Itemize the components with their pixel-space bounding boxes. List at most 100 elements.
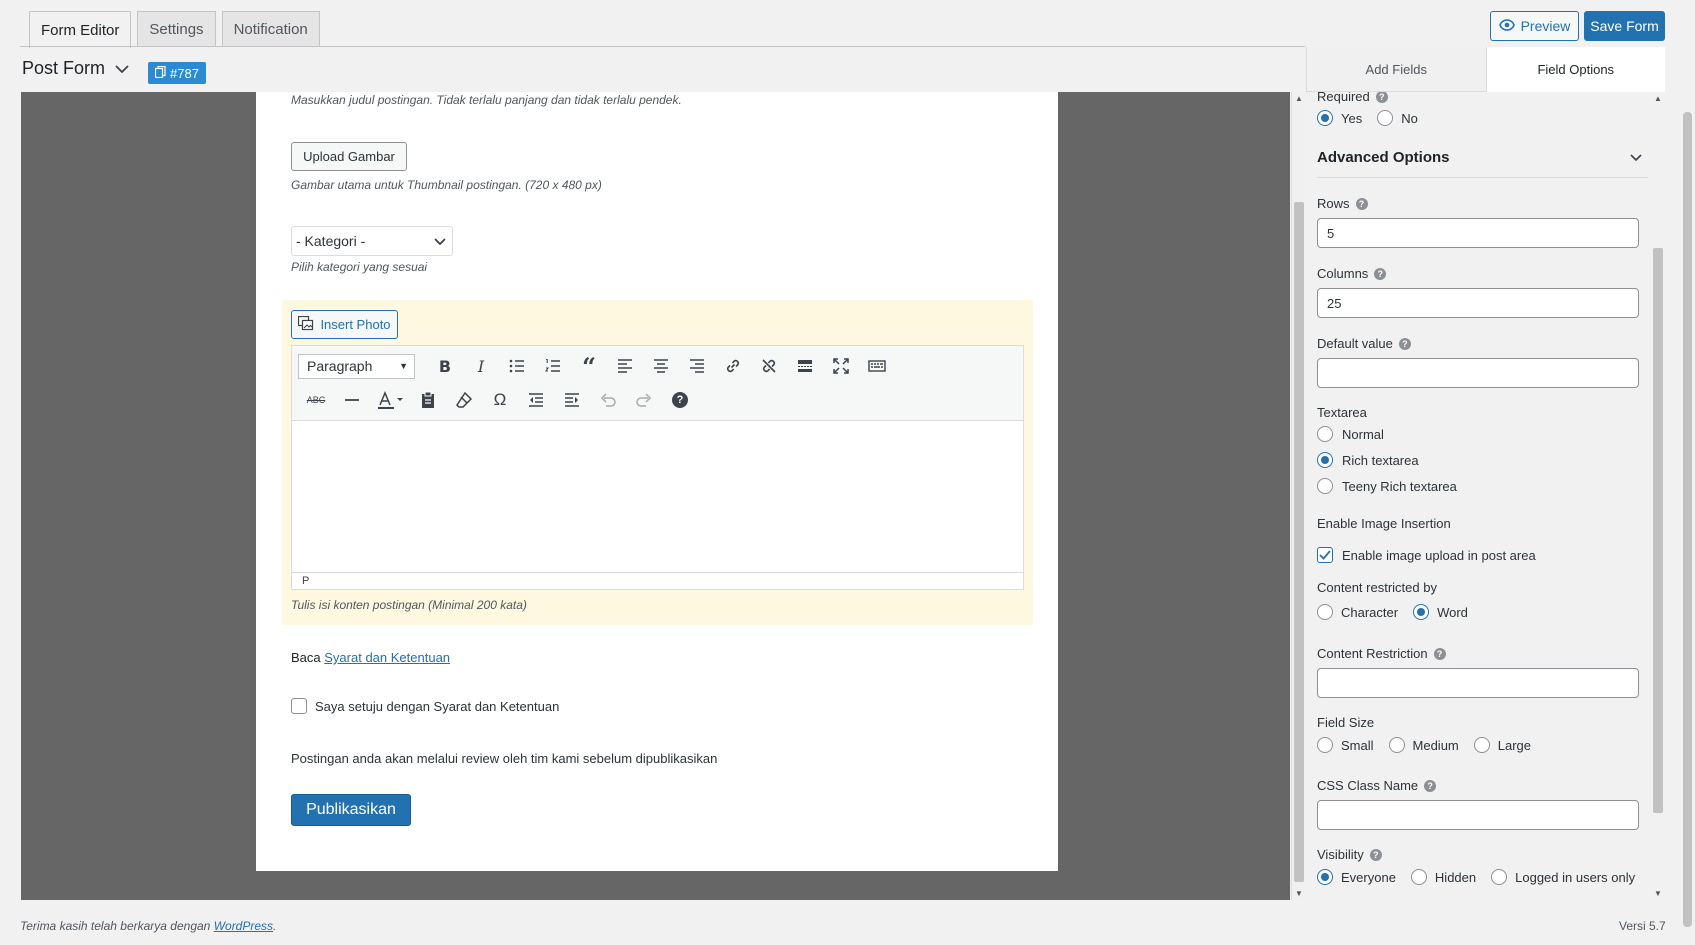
content-restriction-input[interactable] [1317,668,1639,698]
radio-everyone[interactable] [1317,869,1333,885]
align-center-icon[interactable] [643,351,679,381]
help-icon[interactable]: ? [1398,337,1411,350]
agree-checkbox[interactable] [291,698,307,714]
textarea-teeny[interactable]: Teeny Rich textarea [1317,478,1457,494]
radio-character[interactable] [1317,604,1333,620]
special-character-icon[interactable]: Ω [482,385,518,415]
radio-logged-in[interactable] [1491,869,1508,885]
scroll-up-icon[interactable]: ▲ [1292,94,1306,103]
insert-photo-button[interactable]: Insert Photo [291,310,398,339]
default-value-input[interactable] [1317,358,1639,388]
tab-field-options[interactable]: Field Options [1485,47,1665,92]
agree-checkbox-row[interactable]: Saya setuju dengan Syarat dan Ketentuan [291,698,559,714]
radio-rich-textarea[interactable] [1317,452,1333,468]
form-id-badge[interactable]: #787 [148,62,206,84]
help-icon[interactable]: ? [1433,647,1446,660]
advanced-options-title[interactable]: Advanced Options [1317,149,1450,166]
restricted-character[interactable]: Character [1317,604,1398,620]
help-icon[interactable]: ? [1355,197,1368,210]
upload-image-button[interactable]: Upload Gambar [291,142,407,171]
save-form-button[interactable]: Save Form [1584,11,1665,41]
bold-icon[interactable]: B [427,351,463,381]
window-scrollbar[interactable] [1680,92,1695,945]
form-title[interactable]: Post Form [22,58,129,79]
publish-button[interactable]: Publikasikan [291,794,411,826]
outdent-icon[interactable] [518,385,554,415]
radio-medium[interactable] [1388,737,1405,753]
panel-tabs: Add Fields Field Options [1306,47,1665,92]
canvas-scrollbar[interactable]: ▲ ▼ [1291,92,1305,900]
numbered-list-icon[interactable] [535,351,571,381]
preview-button[interactable]: Preview [1490,11,1579,41]
required-yes[interactable]: Yes [1317,110,1362,126]
panel-scroll-thumb[interactable] [1653,248,1663,813]
blockquote-icon[interactable]: “ [571,351,607,381]
columns-input[interactable]: 25 [1317,288,1639,318]
panel-scrollbar[interactable]: ▲ ▼ [1651,92,1665,900]
css-class-input[interactable] [1317,800,1639,830]
visibility-everyone[interactable]: Everyone [1317,869,1396,885]
required-no[interactable]: No [1377,110,1418,126]
strikethrough-icon[interactable]: ABC [298,385,334,415]
help-icon[interactable]: ? [1369,848,1382,861]
tab-settings[interactable]: Settings [137,11,216,47]
size-small[interactable]: Small [1317,737,1374,753]
indent-icon[interactable] [554,385,590,415]
caret-down-icon: ▼ [399,361,408,371]
tab-notification[interactable]: Notification [221,11,320,47]
window-scroll-thumb[interactable] [1683,112,1692,927]
visibility-hidden[interactable]: Hidden [1410,869,1476,885]
help-icon[interactable]: ? [662,385,698,415]
chevron-down-icon[interactable] [1630,150,1642,165]
category-select[interactable]: - Kategori - [291,226,453,256]
help-icon[interactable]: ? [1375,92,1388,103]
radio-yes[interactable] [1317,110,1333,126]
size-medium[interactable]: Medium [1388,737,1459,753]
canvas-scroll-thumb[interactable] [1294,202,1304,882]
text-color-icon[interactable] [370,385,410,415]
rows-input[interactable]: 5 [1317,218,1639,248]
image-upload-checkbox[interactable] [1317,547,1333,563]
horizontal-line-icon[interactable] [334,385,370,415]
radio-hidden[interactable] [1410,869,1427,885]
radio-teeny-rich[interactable] [1317,478,1333,494]
tab-add-fields[interactable]: Add Fields [1307,47,1486,92]
textarea-rich[interactable]: Rich textarea [1317,452,1419,468]
wordpress-link[interactable]: WordPress [214,919,273,933]
align-left-icon[interactable] [607,351,643,381]
paste-text-icon[interactable] [410,385,446,415]
scroll-down-icon[interactable]: ▼ [1292,889,1306,898]
size-large[interactable]: Large [1473,737,1531,753]
radio-small[interactable] [1317,737,1333,753]
rich-text-editor[interactable]: Paragraph ▼ B I “ ABC Ω ? P [291,345,1024,590]
tab-form-editor[interactable]: Form Editor [29,11,132,48]
italic-icon[interactable]: I [463,351,499,381]
keyboard-icon[interactable] [859,351,895,381]
editor-path: P [292,572,1023,589]
restricted-word[interactable]: Word [1413,604,1468,620]
scroll-down-icon[interactable]: ▼ [1651,889,1665,898]
link-icon[interactable] [715,351,751,381]
help-icon[interactable]: ? [1424,779,1437,792]
radio-no[interactable] [1377,110,1394,126]
post-content-field[interactable]: Insert Photo Paragraph ▼ B I “ ABC Ω ? P… [282,300,1033,625]
eraser-icon[interactable] [446,385,482,415]
help-icon[interactable]: ? [1374,267,1387,280]
format-select[interactable]: Paragraph ▼ [298,353,415,379]
radio-word[interactable] [1413,604,1430,620]
bullet-list-icon[interactable] [499,351,535,381]
radio-large[interactable] [1473,737,1490,753]
unlink-icon[interactable] [751,351,787,381]
editor-content-area[interactable] [292,421,1023,573]
scroll-up-icon[interactable]: ▲ [1651,94,1665,103]
fullscreen-icon[interactable] [823,351,859,381]
image-upload-checkbox-row[interactable]: Enable image upload in post area [1317,547,1536,563]
read-more-icon[interactable] [787,351,823,381]
terms-link[interactable]: Syarat dan Ketentuan [324,650,450,665]
textarea-normal[interactable]: Normal [1317,426,1384,442]
visibility-logged-in[interactable]: Logged in users only [1491,869,1635,885]
undo-icon[interactable] [590,385,626,415]
radio-normal[interactable] [1317,426,1333,442]
redo-icon[interactable] [626,385,662,415]
align-right-icon[interactable] [679,351,715,381]
